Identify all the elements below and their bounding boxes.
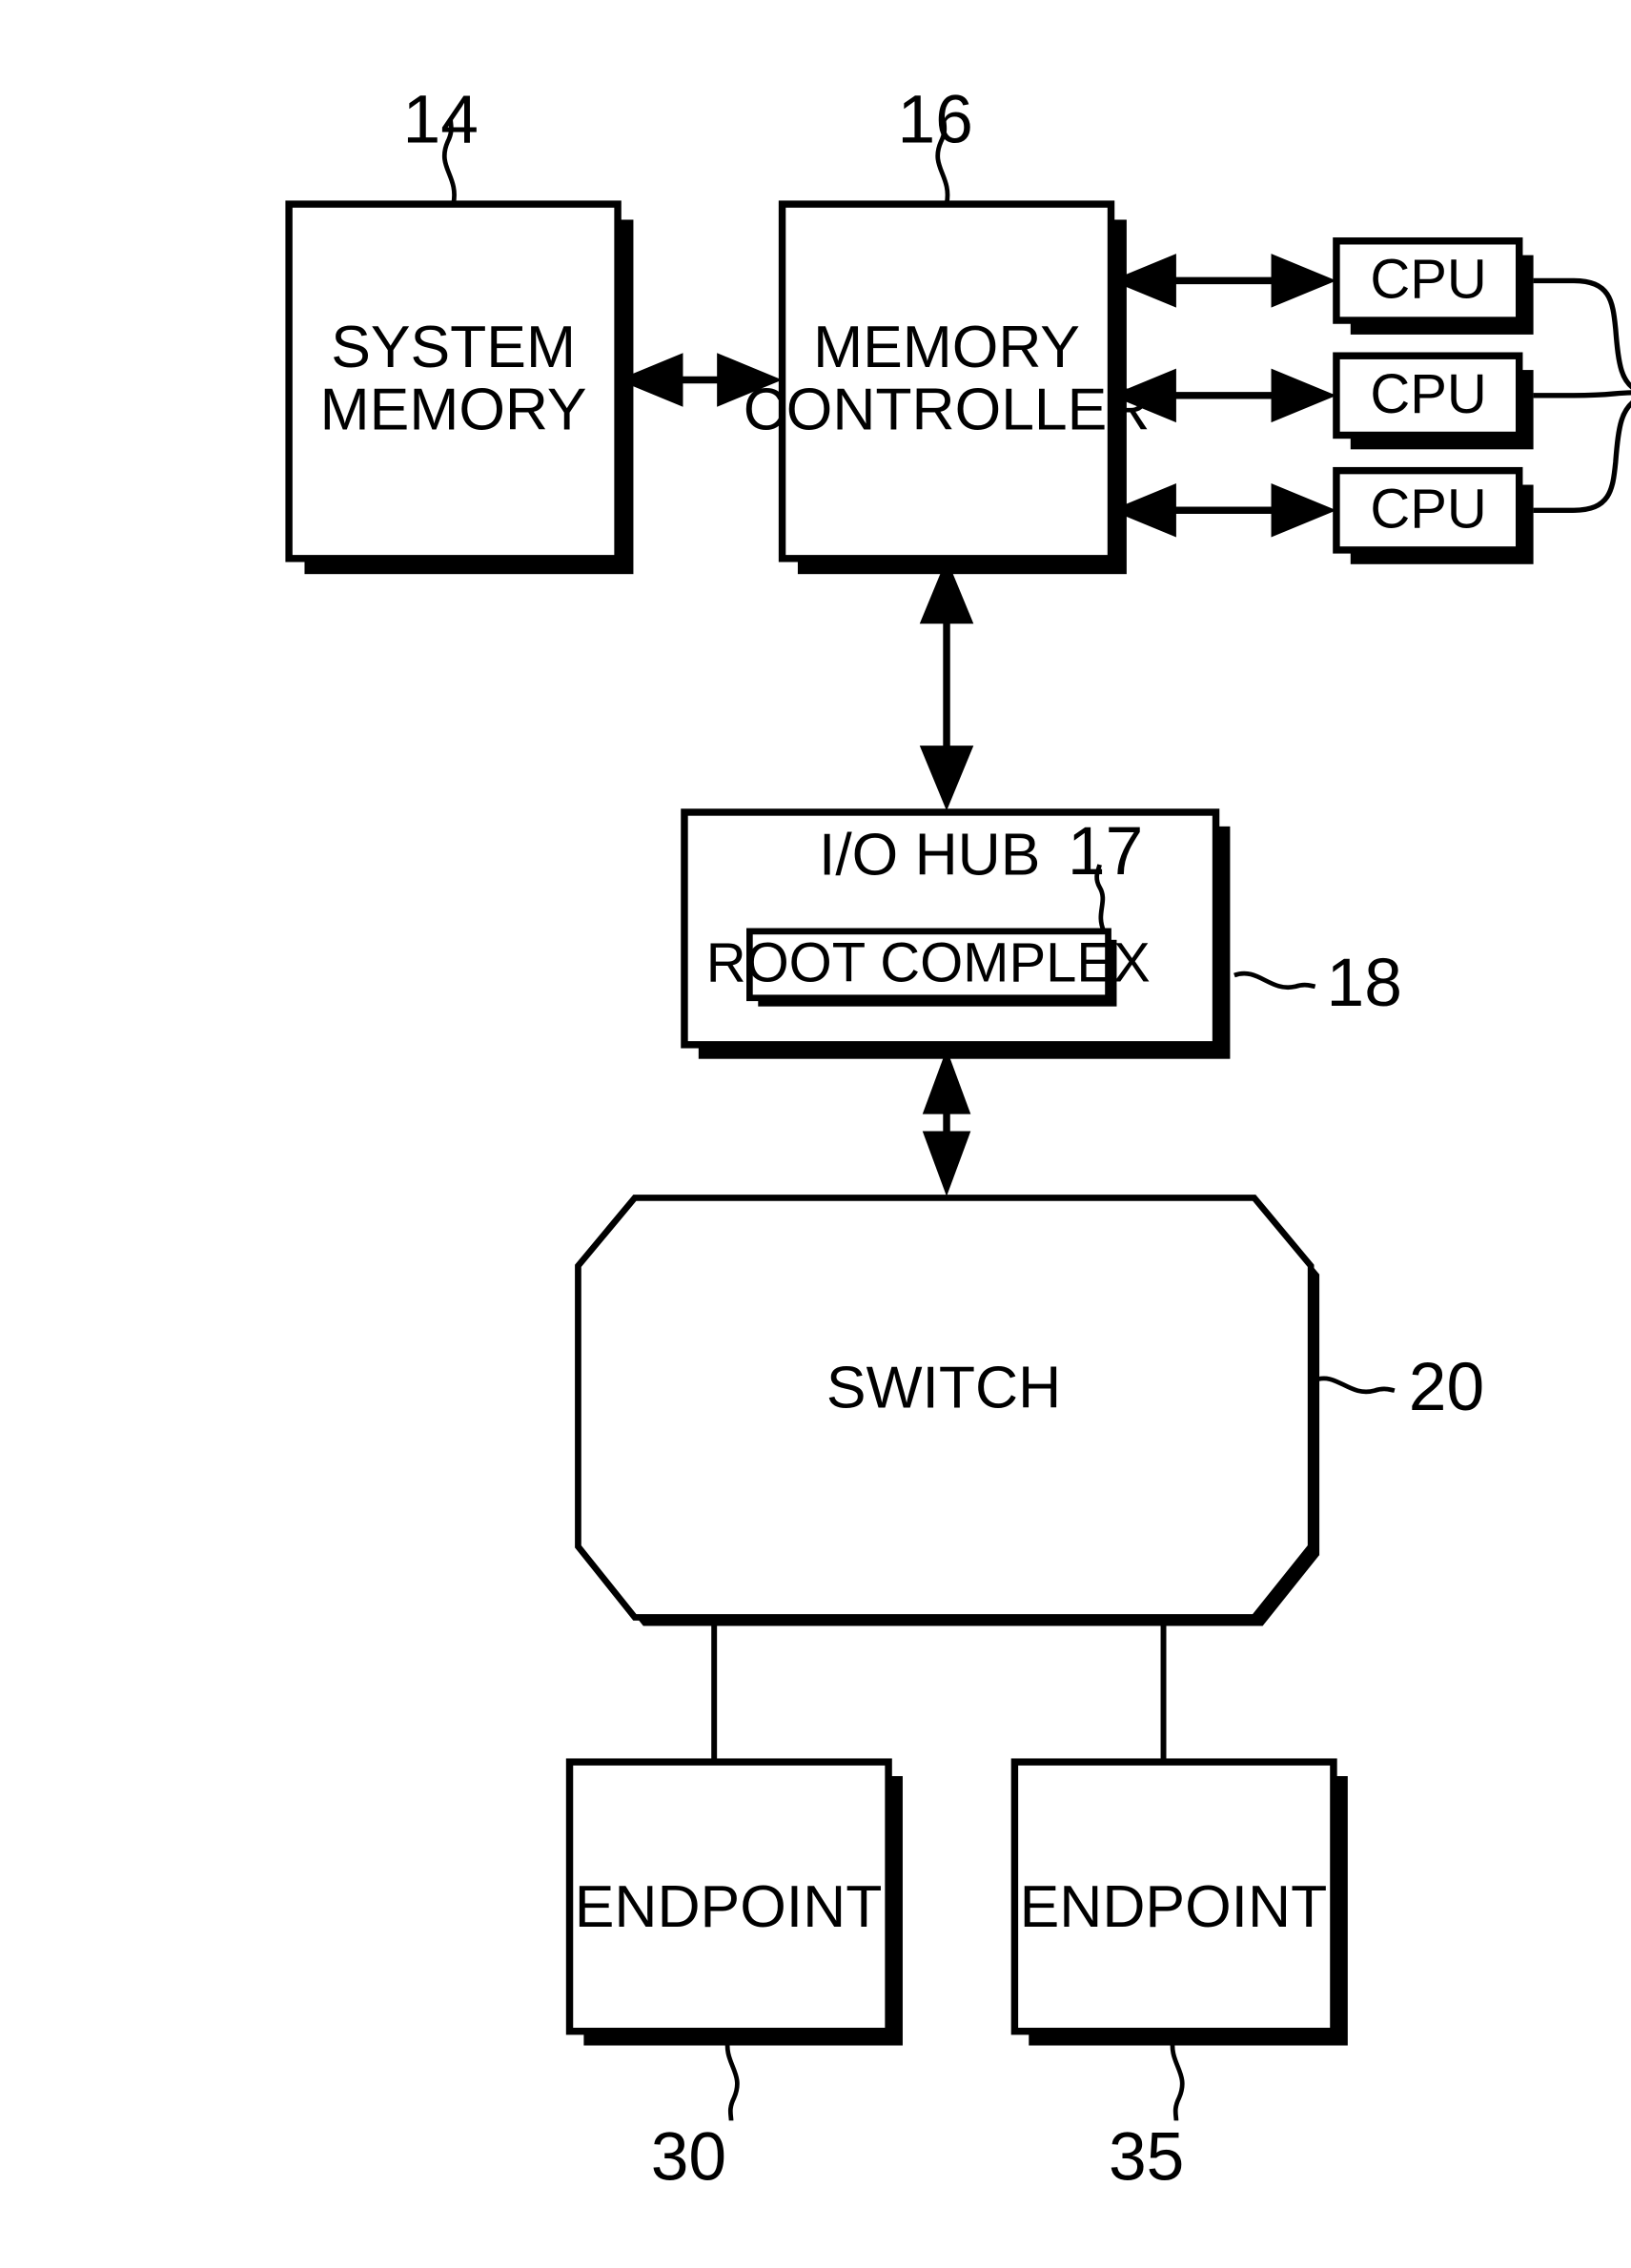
cpu-2-label: CPU <box>1370 364 1486 425</box>
root-complex-block: ROOT COMPLEX <box>706 928 1151 1007</box>
ref-18-text: 18 <box>1327 945 1402 1021</box>
block-diagram-canvas: 10 SYSTEM MEMORY 14 MEMORY CONTROLLER 16 <box>285 82 1631 2195</box>
memory-controller-block: MEMORY CONTROLLER <box>744 200 1151 575</box>
ref-20-text: 20 <box>1409 1349 1484 1425</box>
system-memory-label-line2: MEMORY <box>320 377 587 443</box>
ref-leader-16: 16 <box>897 82 973 205</box>
endpoint-right-block: ENDPOINT <box>1010 1758 1348 2046</box>
arrowhead-down <box>919 746 974 811</box>
arrowhead-down <box>922 1131 971 1196</box>
ref-leader-20: 20 <box>1313 1349 1484 1425</box>
io-hub-block: I/O HUB ROOT COMPLEX <box>681 808 1231 1059</box>
ref-30-text: 30 <box>651 2118 726 2195</box>
ref-35-text: 35 <box>1109 2118 1184 2195</box>
connector-controller-to-io-hub <box>919 558 974 811</box>
ref-leader-30: 30 <box>651 2036 740 2195</box>
connector-controller-to-cpu-3 <box>1111 483 1336 538</box>
arrowhead-right <box>1271 254 1336 308</box>
endpoint-right-label: ENDPOINT <box>1020 1873 1328 1940</box>
connector-io-hub-to-switch <box>922 1049 971 1196</box>
connector-controller-to-cpu-1 <box>1111 254 1336 308</box>
cpu-block-2: CPU <box>1333 352 1534 450</box>
ref-16-text: 16 <box>897 82 972 158</box>
ref-14-text: 14 <box>403 82 479 158</box>
memory-controller-label-line2: CONTROLLER <box>744 377 1151 443</box>
arrowhead-right <box>1271 483 1336 538</box>
memory-controller-label-line1: MEMORY <box>813 314 1080 380</box>
cpu-group-brace: 12 <box>1533 277 1631 513</box>
root-complex-label: ROOT COMPLEX <box>706 932 1151 993</box>
cpu-block-3: CPU <box>1333 466 1534 564</box>
switch-label: SWITCH <box>826 1355 1061 1421</box>
arrowhead-right <box>1271 368 1336 423</box>
switch-block: SWITCH <box>575 1195 1320 1626</box>
endpoint-left-label: ENDPOINT <box>575 1873 883 1940</box>
ref-17-text: 17 <box>1068 813 1143 889</box>
io-hub-label: I/O HUB <box>819 822 1040 889</box>
cpu-1-label: CPU <box>1370 250 1486 311</box>
ref-leader-14: 14 <box>403 82 479 205</box>
system-memory-block: SYSTEM MEMORY <box>285 200 634 575</box>
patent-figure: 10 SYSTEM MEMORY 14 MEMORY CONTROLLER 16 <box>0 0 1631 2268</box>
cpu-block-1: CPU <box>1333 237 1534 335</box>
ref-leader-35: 35 <box>1109 2036 1185 2195</box>
system-memory-label-line1: SYSTEM <box>331 314 576 380</box>
cpu-3-label: CPU <box>1370 480 1486 541</box>
ref-leader-18: 18 <box>1233 945 1402 1021</box>
endpoint-left-block: ENDPOINT <box>565 1758 903 2046</box>
